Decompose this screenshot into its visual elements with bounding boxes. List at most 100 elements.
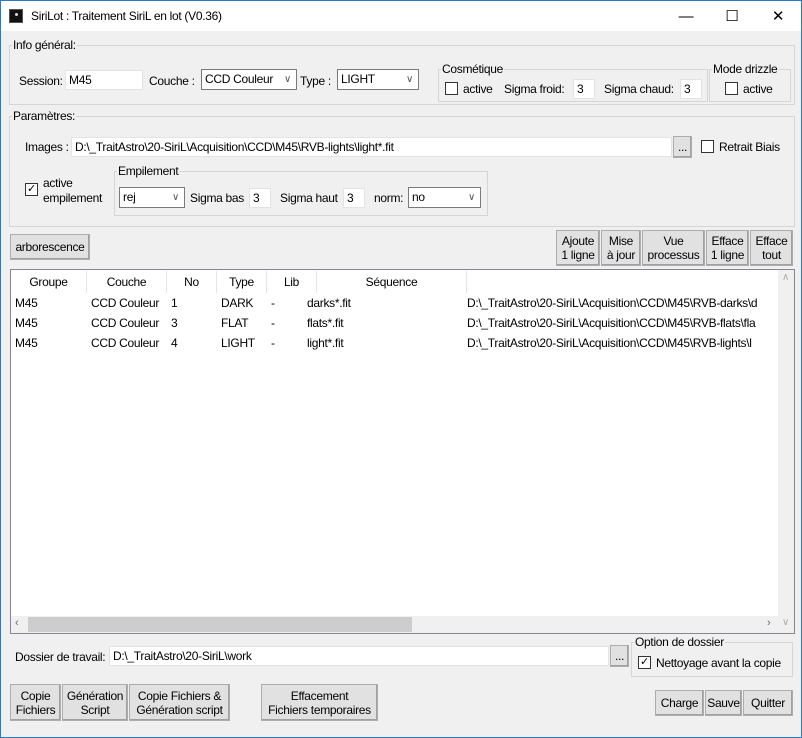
scroll-right-icon[interactable]: › <box>767 617 771 629</box>
cosmetique-active-label: active <box>463 82 493 96</box>
session-input[interactable]: M45 <box>65 70 143 90</box>
sigma-bas-label: Sigma bas <box>190 191 244 205</box>
table-cell: DARK <box>221 296 254 310</box>
active-empilement-checkbox[interactable]: ✓ <box>25 183 38 196</box>
quitter-button[interactable]: Quitter <box>743 690 793 716</box>
vue-processus-label-2: processus <box>647 248 700 262</box>
table-cell: 4 <box>171 336 178 350</box>
active-empilement-label-2: empilement <box>43 191 103 205</box>
chevron-down-icon: ∨ <box>467 192 475 203</box>
nettoyage-label: Nettoyage avant la copie <box>656 656 781 670</box>
dossier-input[interactable]: D:\_TraitAstro\20-SiriL\work <box>109 646 609 666</box>
table-row[interactable]: M45 CCD Couleur 3 FLAT - flats*.fit D:\_TraitA… <box>11 313 778 333</box>
sauve-button[interactable]: Sauve <box>705 690 742 716</box>
efface-ligne-button[interactable]: Efface 1 ligne <box>706 230 749 266</box>
copie-generation-label-2: Génération script <box>136 702 223 717</box>
efface-tout-label-1: Efface <box>755 234 788 248</box>
chevron-down-icon: ∨ <box>405 74 413 85</box>
cosmetique-active-checkbox[interactable] <box>445 82 458 95</box>
dossier-browse-button[interactable]: ... <box>610 645 629 667</box>
vue-processus-label-1: Vue <box>663 234 684 248</box>
copie-fichiers-label-2: Fichiers <box>15 702 56 717</box>
mise-a-jour-button[interactable]: Mise à jour <box>601 230 641 266</box>
scroll-down-icon[interactable]: ∨ <box>782 617 789 628</box>
drizzle-active-checkbox[interactable] <box>725 82 738 95</box>
generation-script-button[interactable]: Génération Script <box>62 684 128 721</box>
vue-processus-button[interactable]: Vue processus <box>642 230 705 266</box>
header-lib[interactable]: Lib <box>267 271 317 293</box>
table-row[interactable]: M45 CCD Couleur 4 LIGHT - light*.fit D:\_Trait… <box>11 333 778 353</box>
chevron-down-icon: ∨ <box>171 192 179 203</box>
close-button[interactable]: ✕ <box>755 1 801 31</box>
table-row[interactable]: M45 CCD Couleur 1 DARK - darks*.fit D:\_TraitA… <box>11 293 778 313</box>
table-header: Groupe Couche No Type Lib Séquence <box>11 271 778 293</box>
arborescence-button[interactable]: arborescence <box>10 234 90 260</box>
type-value: LIGHT <box>341 72 375 86</box>
nettoyage-checkbox[interactable]: ✓ <box>638 656 651 669</box>
drizzle-legend: Mode drizzle <box>713 62 778 76</box>
effacement-temporaires-button[interactable]: Effacement Fichiers temporaires <box>261 684 378 721</box>
empilement-method-select[interactable]: rej ∨ <box>119 187 185 208</box>
table-cell: flats*.fit <box>307 316 344 330</box>
sigma-haut-input[interactable]: 3 <box>343 188 365 208</box>
main-window: SiriLot : Traitement SiriL en lot (V0.36… <box>0 0 802 738</box>
efface-tout-button[interactable]: Efface tout <box>750 230 793 266</box>
norm-select[interactable]: no ∨ <box>408 187 481 208</box>
couche-select[interactable]: CCD Couleur ∨ <box>201 69 297 90</box>
active-empilement-label-1: active <box>43 176 73 190</box>
header-sequence[interactable]: Séquence <box>317 271 467 293</box>
table-cell: M45 <box>15 336 38 350</box>
table-cell: CCD Couleur <box>91 296 160 310</box>
efface-ligne-label-2: 1 ligne <box>710 248 745 262</box>
norm-value: no <box>412 190 425 204</box>
ajoute-ligne-button[interactable]: Ajoute 1 ligne <box>556 230 600 266</box>
sequence-table[interactable]: Groupe Couche No Type Lib Séquence M45 CC… <box>10 269 795 634</box>
mise-a-jour-label-2: à jour <box>606 248 636 262</box>
images-input[interactable]: D:\_TraitAstro\20-SiriL\Acquisition\CCD\… <box>71 137 672 157</box>
table-cell: LIGHT <box>221 336 255 350</box>
table-cell: M45 <box>15 296 38 310</box>
header-couche[interactable]: Couche <box>87 271 167 293</box>
table-cell: CCD Couleur <box>91 316 160 330</box>
header-type[interactable]: Type <box>217 271 267 293</box>
drizzle-active-label: active <box>743 82 773 96</box>
charge-button[interactable]: Charge <box>655 690 704 716</box>
parametres-legend: Paramètres: <box>13 109 76 123</box>
generation-script-label-2: Script <box>80 702 110 717</box>
table-cell: 3 <box>171 316 178 330</box>
sigma-bas-input[interactable]: 3 <box>249 188 271 208</box>
table-cell: darks*.fit <box>307 296 351 310</box>
copie-generation-button[interactable]: Copie Fichiers & Génération script <box>129 684 230 721</box>
mise-a-jour-label-1: Mise <box>608 234 634 248</box>
table-cell: M45 <box>15 316 38 330</box>
scroll-up-icon[interactable]: ∧ <box>782 272 789 283</box>
empilement-legend: Empilement <box>118 164 179 178</box>
sigma-froid-input[interactable]: 3 <box>573 79 595 99</box>
session-label: Session: <box>19 74 63 88</box>
window-title: SiriLot : Traitement SiriL en lot (V0.36… <box>31 9 222 23</box>
option-dossier-legend: Option de dossier <box>635 635 724 649</box>
retrait-biais-checkbox[interactable] <box>701 140 714 153</box>
horizontal-scrollbar[interactable]: ‹ › <box>11 616 778 633</box>
type-label: Type : <box>300 74 331 88</box>
header-no[interactable]: No <box>167 271 217 293</box>
info-general-legend: Info général: <box>13 38 76 52</box>
norm-label: norm: <box>374 191 404 205</box>
minimize-button[interactable]: — <box>663 1 709 31</box>
scroll-left-icon[interactable]: ‹ <box>15 617 19 629</box>
copie-fichiers-button[interactable]: Copie Fichiers <box>10 684 61 721</box>
type-select[interactable]: LIGHT ∨ <box>337 69 419 90</box>
images-browse-button[interactable]: ... <box>673 136 692 158</box>
couche-label: Couche : <box>149 74 195 88</box>
table-cell: D:\_TraitAstro\20-SiriL\Acquisition\CCD\… <box>467 336 752 350</box>
sigma-haut-label: Sigma haut <box>280 191 338 205</box>
maximize-button[interactable]: ☐ <box>709 1 755 31</box>
copie-fichiers-label-1: Copie <box>20 688 51 703</box>
effacement-label-1: Effacement <box>290 688 349 703</box>
header-groupe[interactable]: Groupe <box>11 271 87 293</box>
chevron-down-icon: ∨ <box>283 74 291 85</box>
sigma-chaud-input[interactable]: 3 <box>680 79 702 99</box>
horizontal-scrollbar-thumb[interactable] <box>28 617 412 632</box>
vertical-scrollbar[interactable]: ∧ ∨ <box>778 270 794 633</box>
table-cell: FLAT <box>221 316 249 330</box>
